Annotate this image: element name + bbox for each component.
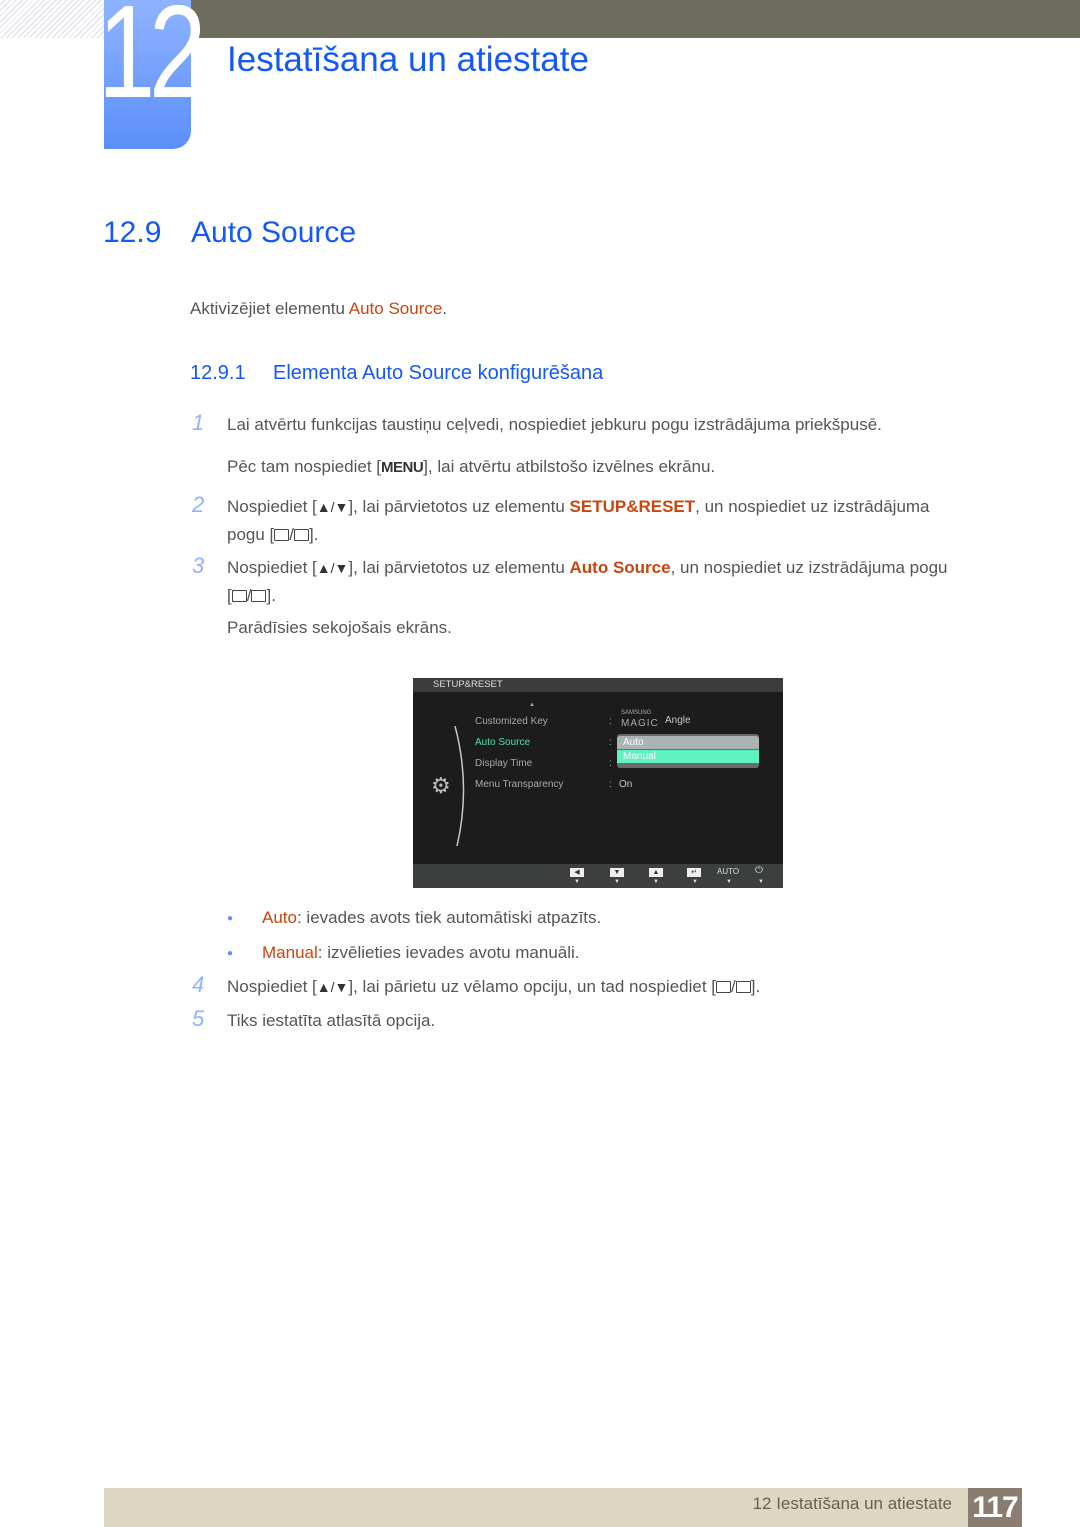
magic-brand: MAGIC: [621, 718, 659, 729]
bullet-manual: Manual: izvēlieties ievades avotu manuāl…: [262, 943, 580, 963]
osd-option-manual: Manual: [617, 750, 759, 763]
pointer-icon: ▼: [726, 879, 732, 885]
text: ], lai pārvietotos uz elementu: [348, 558, 570, 577]
osd-option-auto: Auto: [617, 736, 759, 749]
text: ].: [750, 977, 761, 996]
step-1-line-1: Lai atvērtu funkcijas taustiņu ceļvedi, …: [227, 415, 882, 434]
samsung-brand: SAMSUNG: [621, 710, 652, 716]
text: Pēc tam nospiediet [: [227, 457, 382, 476]
header-bar: [190, 0, 1080, 38]
text: ], lai pārvietotos uz elementu: [348, 497, 570, 516]
step-5-line: Tiks iestatīta atlasītā opcija.: [227, 1011, 436, 1030]
intro-text: Aktivizējiet elementu Auto Source.: [190, 299, 447, 319]
intro-plain: Aktivizējiet elementu: [190, 299, 349, 318]
text: , un nospiediet uz izstrādājuma: [695, 497, 930, 516]
osd-dropdown: Auto Manual: [617, 734, 759, 768]
step-number: 2: [192, 492, 205, 517]
down-arrow-icon: ▼: [610, 868, 624, 877]
osd-item-customized-key: Customized Key: [475, 716, 548, 727]
osd-arc-decoration: [454, 726, 465, 846]
pointer-icon: ▼: [574, 879, 580, 885]
text: Nospiediet [: [227, 558, 317, 577]
step-3-note: Parādīsies sekojošais ekrāns.: [227, 618, 452, 637]
bullet-auto: Auto: ievades avots tiek automātiski atp…: [262, 908, 601, 928]
pointer-icon: ▼: [692, 879, 698, 885]
up-down-arrow-icon: ▲/▼: [316, 499, 349, 515]
osd-item-menu-transparency: Menu Transparency: [475, 779, 564, 790]
source-button-icon: [274, 529, 290, 541]
enter-button-icon: [251, 590, 267, 602]
colon: :: [609, 716, 612, 727]
bullet-term: Manual: [262, 943, 318, 962]
enter-button-icon: [294, 529, 309, 541]
source-button-icon: [716, 981, 731, 993]
colon: :: [609, 758, 612, 769]
section-number: 12.9: [103, 216, 162, 249]
enter-button-icon: [735, 981, 751, 993]
osd-screenshot: SETUP&RESET ▲ ⚙ Customized Key : SAMSUNG…: [413, 678, 783, 888]
pointer-icon: ▼: [614, 879, 620, 885]
auto-source-highlight: Auto Source: [569, 558, 671, 577]
text: ], lai atvērtu atbilstošo izvēlnes ekrān…: [423, 457, 716, 476]
osd-scroll-up-icon: ▲: [529, 702, 535, 708]
source-button-icon: [231, 590, 247, 602]
step-3-line-2: [/].: [227, 586, 276, 605]
step-number: 1: [192, 410, 205, 435]
step-2-line-2: pogu [/].: [227, 525, 319, 544]
bullet-dot-icon: ●: [227, 948, 234, 959]
pointer-icon: ▼: [653, 879, 659, 885]
left-arrow-icon: ◀: [570, 868, 584, 877]
section-name: Auto Source: [191, 216, 357, 249]
page-number: 117: [968, 1488, 1022, 1527]
pointer-icon: ▼: [758, 879, 764, 885]
subsection-title: 12.9.1 Elementa Auto Source konfigurēšana: [190, 362, 603, 385]
subsection-name: Elementa Auto Source konfigurēšana: [273, 362, 604, 384]
bullet-desc: : izvēlieties ievades avotu manuāli.: [317, 943, 580, 962]
step-number: 5: [192, 1006, 205, 1031]
text: ].: [309, 525, 319, 544]
header-hatch-decoration: [0, 0, 104, 38]
footer-chapter-label: 12 Iestatīšana un atiestate: [752, 1494, 952, 1513]
bullet-term: Auto: [262, 908, 297, 927]
colon: :: [609, 737, 612, 748]
chapter-number: 12: [98, 0, 206, 125]
section-title: 12.9 Auto Source: [103, 216, 356, 250]
text: ].: [266, 586, 276, 605]
step-3-line-1: Nospiediet [▲/▼], lai pārvietotos uz ele…: [227, 558, 947, 578]
step-2-line-1: Nospiediet [▲/▼], lai pārvietotos uz ele…: [227, 497, 930, 517]
text: Nospiediet [: [227, 497, 317, 516]
text: , un nospiediet uz izstrādājuma pogu: [670, 558, 948, 577]
value-text: Angle: [665, 715, 691, 726]
menu-key-icon: MENU: [381, 459, 424, 476]
setup-reset-highlight: SETUP&RESET: [569, 497, 696, 516]
up-down-arrow-icon: ▲/▼: [316, 979, 349, 995]
subsection-number: 12.9.1: [190, 362, 246, 384]
step-1-line-2: Pēc tam nospiediet [MENU], lai atvērtu a…: [227, 457, 715, 477]
gear-icon: ⚙: [431, 773, 451, 798]
osd-value-on: On: [619, 779, 633, 790]
power-icon: ⏻: [755, 865, 763, 876]
text: pogu [: [227, 525, 275, 544]
auto-label: AUTO: [717, 867, 740, 876]
step-4-line: Nospiediet [▲/▼], lai pārietu uz vēlamo …: [227, 977, 761, 996]
intro-highlight: Auto Source: [348, 299, 443, 318]
step-number: 4: [192, 972, 205, 997]
up-arrow-icon: ▲: [649, 868, 663, 877]
text: ], lai pārietu uz vēlamo opciju, un tad …: [348, 977, 716, 996]
colon: :: [609, 779, 612, 790]
osd-button-guide: ◀ ▼ ▲ ↵ AUTO ⏻ ▼ ▼ ▼ ▼ ▼ ▼: [413, 864, 783, 888]
text: Nospiediet [: [227, 977, 317, 996]
intro-end: .: [442, 299, 448, 318]
osd-item-display-time: Display Time: [475, 758, 533, 769]
osd-header: SETUP&RESET: [413, 678, 783, 692]
osd-item-auto-source: Auto Source: [475, 737, 531, 748]
enter-icon: ↵: [687, 868, 701, 877]
bullet-desc: : ievades avots tiek automātiski atpazīt…: [296, 908, 602, 927]
bullet-dot-icon: ●: [227, 913, 234, 924]
step-number: 3: [192, 553, 205, 578]
chapter-title: Iestatīšana un atiestate: [227, 40, 589, 79]
up-down-arrow-icon: ▲/▼: [316, 560, 349, 576]
